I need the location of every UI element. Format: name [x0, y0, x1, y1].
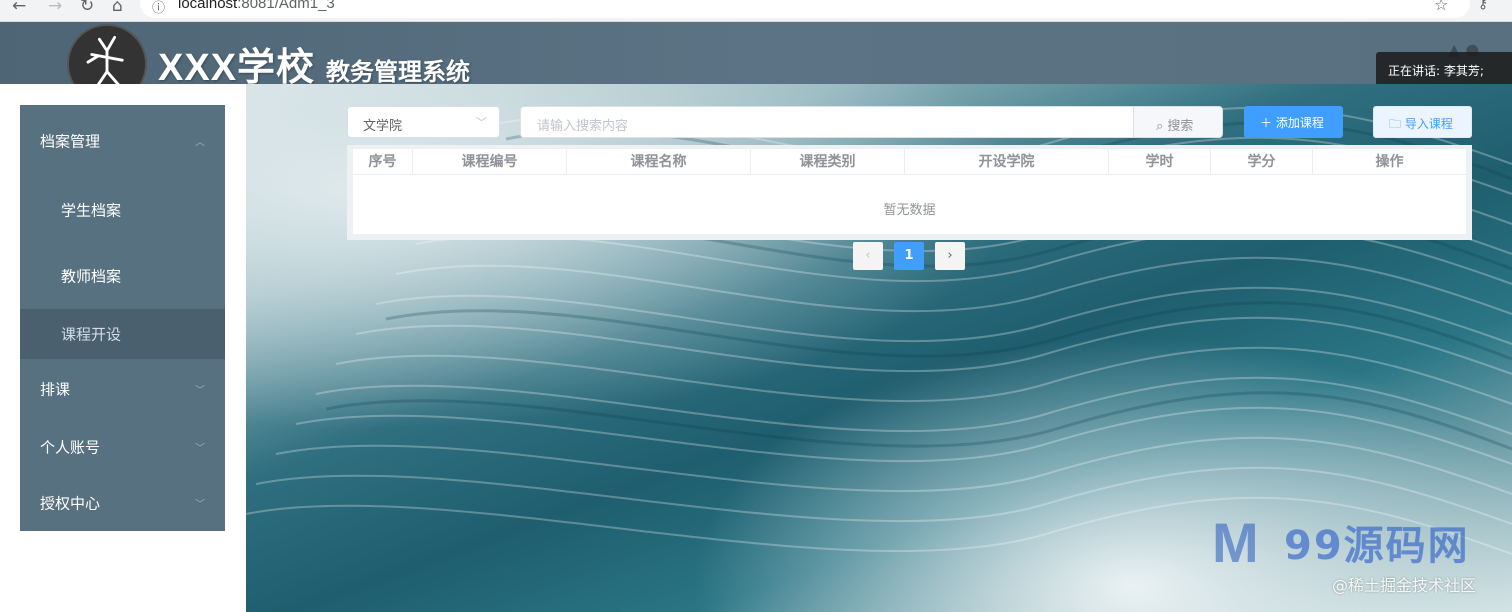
- menu-group-label: 排课: [40, 380, 71, 399]
- college-select[interactable]: 文学院 ﹀: [347, 106, 500, 138]
- pagination-page-1[interactable]: 1: [894, 242, 924, 270]
- info-icon[interactable]: ⓘ: [152, 0, 165, 16]
- search-icon: ⌕: [1156, 119, 1164, 134]
- chevron-down-icon: ﹀: [195, 499, 205, 511]
- watermark-logo-icon: M: [1212, 511, 1259, 574]
- column-header-college: 开设学院: [905, 149, 1109, 175]
- app-subtitle: 教务管理系统: [326, 58, 470, 86]
- url-host: localhost: [178, 0, 238, 12]
- speaking-indicator: 正在讲话: 李其芳;: [1376, 52, 1512, 86]
- chevron-left-icon: ‹: [865, 248, 871, 263]
- address-bar[interactable]: [140, 0, 1470, 18]
- add-course-label: 添加课程: [1275, 116, 1324, 130]
- menu-group-scheduling[interactable]: 排课 ﹀: [20, 359, 225, 419]
- menu-group-account[interactable]: 个人账号 ﹀: [20, 419, 225, 475]
- url-text[interactable]: localhost:8081/Adm1_3: [178, 0, 335, 12]
- key-icon[interactable]: ⚷: [1478, 0, 1488, 12]
- chevron-down-icon: ﹀: [195, 385, 205, 397]
- sidebar-item-label: 课程开设: [61, 325, 122, 344]
- sidebar-item-label: 学生档案: [61, 201, 122, 220]
- chevron-right-icon: ›: [947, 248, 953, 263]
- column-header-actions: 操作: [1375, 154, 1404, 170]
- college-select-value: 文学院: [363, 119, 403, 134]
- back-icon[interactable]: ←: [12, 0, 26, 16]
- column-header-index: 序号: [353, 149, 413, 175]
- url-path: :8081/Adm1_3: [237, 0, 335, 12]
- sidebar-item-teacher-archive[interactable]: 教师档案: [20, 243, 225, 309]
- sidebar-item-course-offering[interactable]: 课程开设: [20, 309, 225, 359]
- search-button-label: 搜索: [1167, 119, 1194, 134]
- menu-group-authorization[interactable]: 授权中心 ﹀: [20, 475, 225, 531]
- search-button[interactable]: ⌕ 搜索: [1133, 106, 1223, 138]
- column-header-course-name: 课程名称: [567, 149, 751, 175]
- menu-group-label: 授权中心: [40, 494, 101, 513]
- import-course-label: 导入课程: [1404, 117, 1453, 131]
- browser-toolbar: ← → ↻ ⌂ ⓘ localhost:8081/Adm1_3 ☆ ⚷: [0, 0, 1512, 22]
- plus-icon: ＋: [1260, 116, 1273, 130]
- chevron-up-icon: ︿: [195, 137, 205, 149]
- menu-group-label: 档案管理: [40, 132, 101, 151]
- watermark-text: 99源码网: [1284, 523, 1470, 569]
- pagination-prev-button[interactable]: ‹: [853, 242, 883, 270]
- add-course-button[interactable]: ＋ 添加课程: [1244, 106, 1343, 138]
- forward-icon[interactable]: →: [48, 0, 62, 16]
- import-course-button[interactable]: 🗀 导入课程: [1373, 106, 1472, 138]
- sidebar-menu: 档案管理 ︿ 学生档案 教师档案 课程开设 排课 ﹀ 个人账号 ﹀ 授权中心 ﹀: [20, 105, 225, 531]
- menu-group-label: 个人账号: [40, 438, 101, 457]
- table-header: 序号 课程编号 课程名称 课程类别 开设学院 学时 学分 操作: [353, 149, 1466, 175]
- sidebar-item-label: 教师档案: [61, 267, 122, 286]
- course-table: 序号 课程编号 课程名称 课程类别 开设学院 学时 学分 操作 暂无数据: [347, 145, 1472, 240]
- empty-state-text: 暂无数据: [883, 203, 936, 218]
- bookmark-star-icon[interactable]: ☆: [1434, 0, 1448, 14]
- juejin-watermark: @稀土掘金技术社区: [1332, 576, 1477, 595]
- column-header-hours: 学时: [1109, 149, 1211, 175]
- pagination-next-button[interactable]: ›: [935, 242, 965, 270]
- sidebar-item-student-archive[interactable]: 学生档案: [20, 177, 225, 243]
- search-input[interactable]: 请输入搜索内容: [520, 106, 1134, 138]
- home-icon[interactable]: ⌂: [112, 0, 123, 16]
- menu-group-archives[interactable]: 档案管理 ︿: [20, 105, 225, 177]
- folder-icon: 🗀: [1389, 117, 1402, 131]
- chevron-down-icon: ﹀: [476, 116, 487, 129]
- column-header-course-category: 课程类别: [751, 149, 905, 175]
- reload-icon[interactable]: ↻: [80, 0, 94, 16]
- chevron-down-icon: ﹀: [195, 443, 205, 455]
- app-title: XXX学校: [158, 47, 316, 89]
- search-placeholder: 请输入搜索内容: [537, 119, 629, 134]
- column-header-credits: 学分: [1211, 149, 1313, 175]
- column-header-course-code: 课程编号: [413, 149, 567, 175]
